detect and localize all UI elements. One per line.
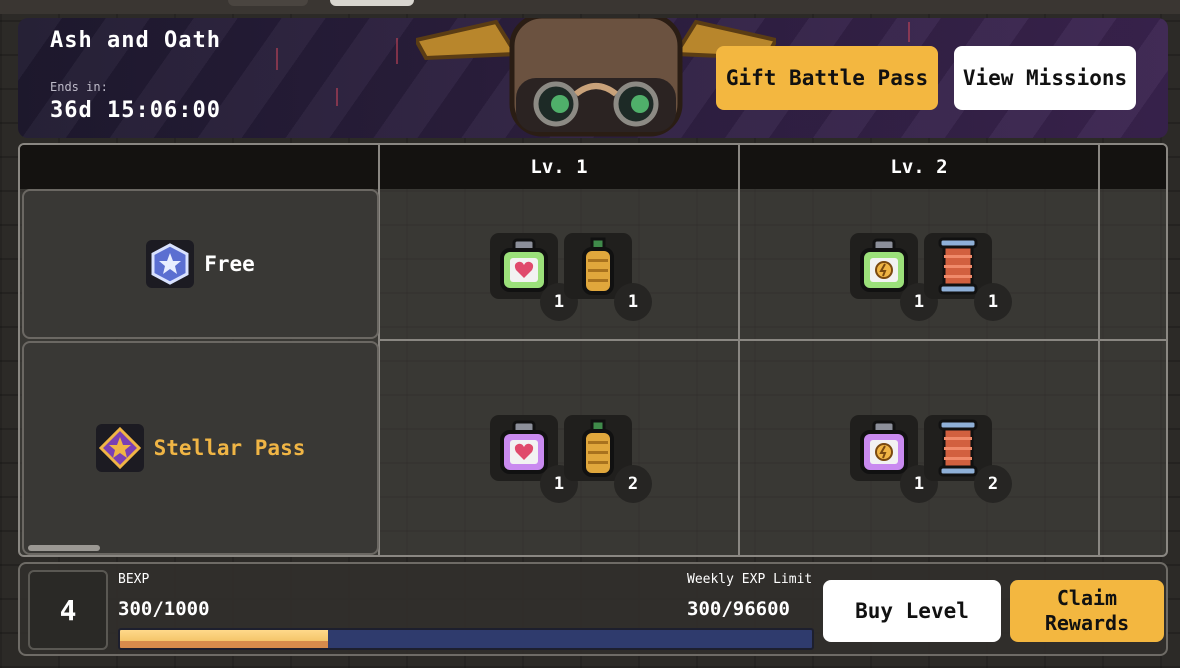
health-potion-icon — [500, 238, 548, 292]
ember-streak — [276, 48, 278, 70]
reward-item[interactable]: 1 — [850, 233, 938, 321]
bexp-progress-fill — [120, 630, 328, 648]
column-divider — [1098, 145, 1100, 555]
reward-item[interactable]: 1 — [490, 233, 578, 321]
reward-item[interactable]: 1 — [490, 415, 578, 503]
stellar-pass-icon — [95, 424, 144, 472]
scroll-icon — [938, 419, 978, 477]
current-level-badge: 4 — [28, 570, 108, 650]
reward-item[interactable]: 1 — [850, 415, 938, 503]
season-title: Ash and Oath — [50, 28, 221, 53]
ember-streak — [908, 22, 910, 42]
bottle-icon — [582, 419, 614, 477]
energy-potion-icon — [860, 420, 908, 474]
ember-streak — [336, 88, 338, 106]
bexp-progress-bar — [118, 628, 814, 650]
countdown-timer: 36d 15:06:00 — [50, 98, 221, 123]
stellar-pass-label: Stellar Pass — [153, 436, 306, 460]
health-potion-icon — [500, 420, 548, 474]
battle-exp-bar: 4 BEXP 300/1000 Weekly EXP Limit 300/966… — [18, 562, 1168, 656]
reward-item[interactable]: 2 — [564, 415, 652, 503]
ember-streak — [396, 38, 398, 64]
reward-item[interactable]: 1 — [924, 233, 1012, 321]
bexp-value: 300/1000 — [118, 598, 210, 620]
reward-item[interactable]: 1 — [564, 233, 652, 321]
reward-track-grid[interactable]: Lv. 1 Lv. 2 Free Stellar Pass 1 1 1 1 1 … — [18, 143, 1168, 557]
row-divider — [378, 339, 1166, 341]
reward-quantity: 1 — [614, 283, 652, 321]
view-missions-button[interactable]: View Missions — [954, 46, 1136, 110]
energy-potion-icon — [860, 238, 908, 292]
buy-level-button[interactable]: Buy Level — [823, 580, 1001, 642]
level-header-2: Lv. 2 — [890, 156, 948, 178]
bottle-icon — [582, 237, 614, 295]
ends-in-label: Ends in: — [50, 80, 108, 94]
bexp-label: BEXP — [118, 572, 150, 587]
top-tab-active[interactable] — [330, 0, 414, 6]
free-track-label: Free — [204, 252, 255, 276]
battle-pass-banner: Ash and Oath Ends in: 36d 15:06:00 Gift … — [18, 18, 1168, 138]
level-header-1: Lv. 1 — [530, 156, 588, 178]
top-tab[interactable] — [228, 0, 308, 6]
top-navigation-strip — [0, 0, 1180, 14]
scroll-icon — [938, 237, 978, 295]
column-divider — [738, 145, 740, 555]
reward-item[interactable]: 2 — [924, 415, 1012, 503]
claim-rewards-button[interactable]: Claim Rewards — [1010, 580, 1164, 642]
gift-battle-pass-button[interactable]: Gift Battle Pass — [716, 46, 938, 110]
reward-quantity: 2 — [974, 465, 1012, 503]
weekly-exp-limit-label: Weekly EXP Limit — [687, 572, 813, 587]
reward-quantity: 2 — [614, 465, 652, 503]
free-track-icon — [146, 240, 195, 288]
reward-quantity: 1 — [974, 283, 1012, 321]
free-track-panel: Free — [22, 189, 379, 339]
stellar-pass-track-panel: Stellar Pass — [22, 341, 379, 555]
weekly-exp-limit-value: 300/96600 — [687, 598, 790, 620]
horizontal-scrollbar[interactable] — [28, 545, 100, 551]
